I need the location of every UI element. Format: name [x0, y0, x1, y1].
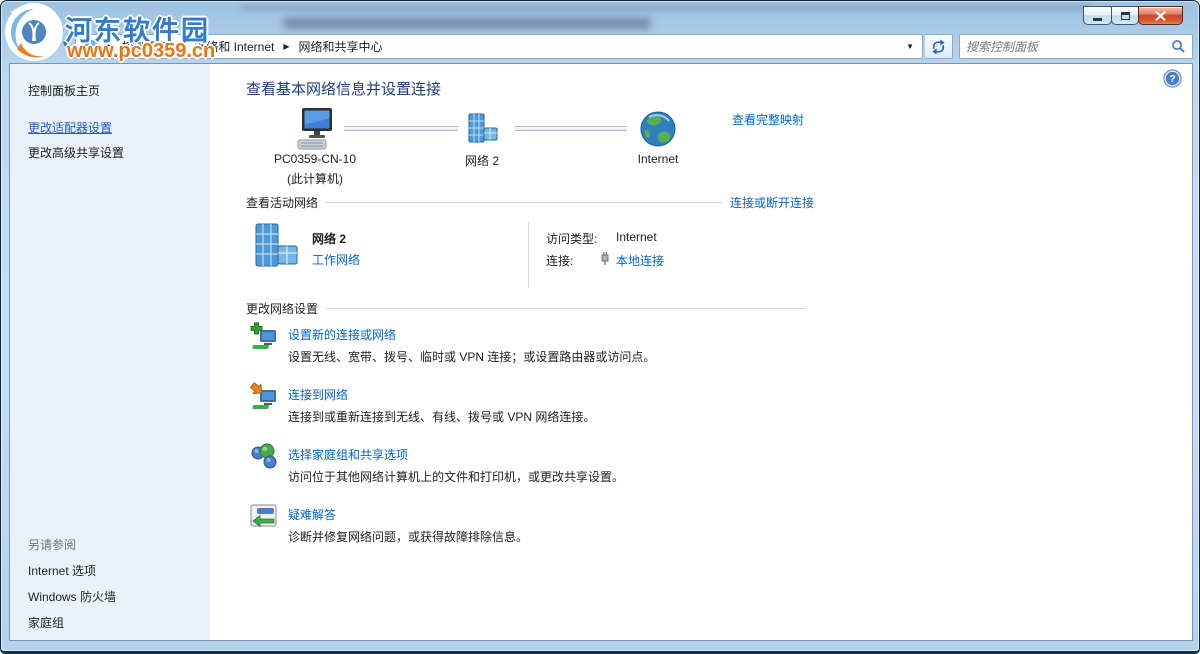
map-internet-icon[interactable] — [639, 110, 677, 151]
address-bar[interactable]: 控制面板 网络和 Internet 网络和共享中心 — [75, 34, 923, 59]
navigation-toolbar: 控制面板 网络和 Internet 网络和共享中心 — [9, 31, 1191, 63]
task-link[interactable]: 疑难解答 — [288, 506, 336, 523]
sidebar-item-control-panel-home[interactable]: 控制面板主页 — [28, 82, 100, 99]
task-description: 访问位于其他网络计算机上的文件和打印机，或更改共享设置。 — [288, 468, 624, 485]
breadcrumb-arrow-icon[interactable] — [100, 42, 120, 51]
connect-disconnect-link[interactable]: 连接或断开连接 — [730, 194, 814, 211]
sidebar-item-change-adapter-settings[interactable]: 更改适配器设置 — [28, 119, 112, 136]
sidebar: 控制面板主页 更改适配器设置 更改高级共享设置 另请参阅 Internet 选项… — [10, 64, 210, 640]
address-history-dropdown-icon[interactable] — [906, 42, 918, 51]
active-network-name: 网络 2 — [312, 230, 346, 247]
breadcrumb-arrow-icon[interactable] — [276, 42, 296, 51]
maximize-button[interactable] — [1111, 6, 1139, 25]
local-connection-link[interactable]: 本地连接 — [616, 252, 664, 269]
section-divider — [326, 202, 722, 203]
access-type-label: 访问类型: — [546, 230, 597, 247]
map-network-icon[interactable] — [463, 112, 501, 153]
breadcrumb-item-network-and-internet[interactable]: 网络和 Internet — [192, 36, 276, 57]
network-sharing-center-window: 控制面板 网络和 Internet 网络和共享中心 — [0, 0, 1200, 654]
recent-pages-chevron-icon[interactable] — [61, 39, 70, 49]
task-link[interactable]: 选择家庭组和共享选项 — [288, 446, 408, 463]
connections-label: 连接: — [546, 252, 573, 269]
sidebar-item-homegroup[interactable]: 家庭组 — [28, 614, 64, 631]
task-link[interactable]: 连接到网络 — [288, 386, 348, 403]
titlebar-glass-ghost-text — [283, 18, 651, 29]
new-connection-icon — [250, 322, 280, 355]
search-input[interactable] — [966, 40, 1171, 54]
page-title: 查看基本网络信息并设置连接 — [246, 78, 441, 99]
ethernet-plug-icon — [600, 251, 610, 268]
minimize-icon — [1093, 18, 1102, 21]
minimize-button[interactable] — [1083, 6, 1112, 25]
active-networks-title: 查看活动网络 — [246, 194, 318, 211]
view-full-map-link[interactable]: 查看完整映射 — [732, 111, 804, 128]
search-box[interactable] — [959, 34, 1193, 59]
control-panel-icon — [82, 39, 98, 55]
breadcrumb-arrow-icon[interactable] — [172, 42, 192, 51]
main-pane: 查看基本网络信息并设置连接 查看完整映射 PC0359-CN-10 (此计算机) — [210, 64, 1194, 640]
breadcrumb-item-network-sharing-center[interactable]: 网络和共享中心 — [297, 36, 385, 57]
window-controls — [1084, 6, 1183, 25]
close-button[interactable] — [1138, 6, 1183, 25]
map-connection-line — [344, 126, 458, 131]
task-description: 连接到或重新连接到无线、有线、拨号或 VPN 网络连接。 — [288, 408, 595, 425]
map-computer-name: PC0359-CN-10 — [255, 152, 375, 166]
troubleshoot-icon — [250, 502, 278, 533]
homegroup-icon — [250, 442, 280, 475]
task-link[interactable]: 设置新的连接或网络 — [288, 326, 396, 343]
active-networks-header: 查看活动网络 连接或断开连接 — [246, 194, 814, 211]
titlebar-glass-ghost — [241, 5, 1091, 11]
section-divider — [326, 308, 806, 309]
task-description: 设置无线、宽带、拨号、临时或 VPN 连接；或设置路由器或访问点。 — [288, 348, 655, 365]
maximize-icon — [1121, 12, 1130, 20]
map-network-label: 网络 2 — [432, 152, 532, 169]
task-description: 诊断并修复网络问题，或获得故障排除信息。 — [288, 528, 528, 545]
close-icon — [1155, 11, 1166, 21]
access-type-value: Internet — [616, 230, 657, 244]
change-settings-header: 更改网络设置 — [246, 300, 814, 317]
map-computer-icon[interactable] — [294, 106, 338, 155]
active-network-icon — [248, 220, 304, 279]
sidebar-item-internet-options[interactable]: Internet 选项 — [28, 562, 96, 579]
connect-network-icon — [250, 382, 280, 415]
map-connection-line — [515, 126, 627, 131]
titlebar[interactable] — [1, 1, 1199, 31]
sidebar-item-change-advanced-sharing[interactable]: 更改高级共享设置 — [28, 144, 124, 161]
change-settings-title: 更改网络设置 — [246, 300, 318, 317]
map-internet-label: Internet — [608, 152, 708, 166]
see-also-header: 另请参阅 — [28, 536, 76, 553]
refresh-button[interactable] — [925, 34, 953, 59]
vertical-divider — [528, 222, 529, 288]
content-area: ? 控制面板主页 更改适配器设置 更改高级共享设置 另请参阅 Internet … — [9, 63, 1193, 641]
map-computer-note: (此计算机) — [255, 170, 375, 187]
refresh-icon — [931, 39, 946, 55]
search-icon — [1171, 39, 1186, 54]
sidebar-item-windows-firewall[interactable]: Windows 防火墙 — [28, 588, 116, 605]
network-category-link[interactable]: 工作网络 — [312, 251, 360, 268]
breadcrumb-item-control-panel[interactable]: 控制面板 — [120, 36, 172, 57]
